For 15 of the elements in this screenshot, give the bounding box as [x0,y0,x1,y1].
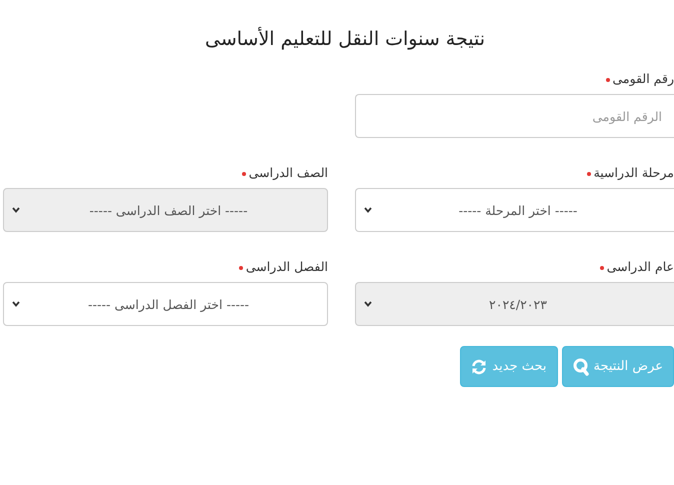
dropdown[interactable]: ----- اختر المرحلة ----- [355,188,674,232]
caret-icon [12,301,20,307]
caret-icon [12,207,20,213]
form-title: نتيجة سنوات النقل للتعليم الأساسى [204,26,486,50]
field-label: عام الدراسى [606,258,674,274]
field-label: الصف الدراسى [248,164,328,180]
field-label: رقم القومى [612,70,674,86]
dropdown[interactable]: ----- اختر الفصل الدراسى ----- [3,282,328,326]
national-id-field[interactable]: الرقم القومى [355,94,674,138]
field-label: الفصل الدراسى [246,258,328,274]
refresh-icon [471,358,488,374]
search-icon [572,358,589,376]
caret-icon [364,207,372,213]
caret-icon [364,301,372,307]
field-label: مرحلة الدراسية [594,164,674,180]
